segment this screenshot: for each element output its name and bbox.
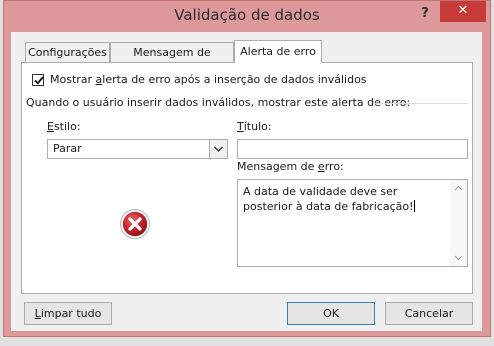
- ok-button[interactable]: OK: [287, 302, 375, 325]
- title-label: Título:: [237, 120, 272, 133]
- title-input[interactable]: [237, 139, 468, 159]
- stop-error-icon: [120, 209, 150, 239]
- style-select[interactable]: Parar: [47, 139, 228, 159]
- tab-panel-alerta: Mostrar alerta de erro após a inserção d…: [21, 62, 473, 294]
- cancel-button[interactable]: Cancelar: [385, 302, 473, 325]
- tab-configuracoes[interactable]: Configurações: [25, 42, 110, 62]
- scroll-up-icon[interactable]: [450, 181, 467, 195]
- show-alert-checkbox[interactable]: [32, 74, 44, 86]
- message-textarea[interactable]: A data de validade deve ser posterior à …: [237, 179, 468, 267]
- title-bar: Validação de dados ? ✕: [4, 1, 490, 32]
- message-label: Mensagem de erro:: [237, 160, 344, 173]
- help-button[interactable]: ?: [413, 3, 437, 25]
- show-alert-label[interactable]: Mostrar alerta de erro após a inserção d…: [50, 73, 367, 86]
- close-button[interactable]: ✕: [440, 1, 486, 22]
- group-label: Quando o usuário inserir dados inválidos…: [26, 96, 411, 109]
- message-scrollbar[interactable]: [450, 180, 467, 266]
- dialog-client-area: Configurações Mensagem de entrada Alerta…: [11, 32, 482, 331]
- tab-alerta-de-erro[interactable]: Alerta de erro: [234, 40, 322, 63]
- scroll-down-icon[interactable]: [450, 251, 467, 265]
- style-select-value: Parar: [53, 142, 82, 155]
- message-text: A data de validade deve ser posterior à …: [243, 185, 415, 213]
- group-divider: [374, 103, 468, 104]
- dialog-window: Validação de dados ? ✕ Configurações Men…: [3, 0, 491, 337]
- clear-all-button[interactable]: Limpar tudo: [24, 302, 112, 325]
- style-label: Estilo:: [47, 120, 81, 133]
- tab-mensagem-de-entrada[interactable]: Mensagem de entrada: [110, 42, 234, 78]
- chevron-down-icon[interactable]: [209, 140, 227, 158]
- checkmark-icon: [34, 76, 44, 85]
